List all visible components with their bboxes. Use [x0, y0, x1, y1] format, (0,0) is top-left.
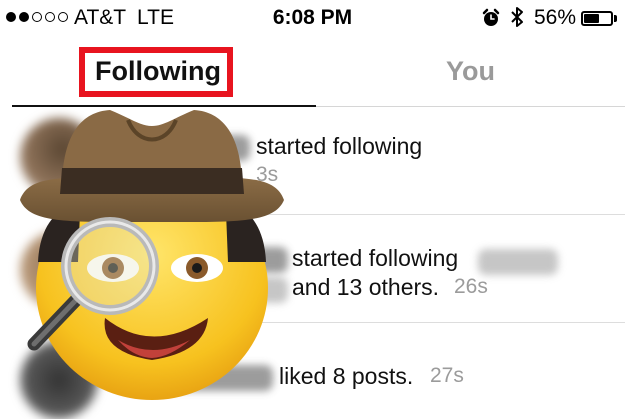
list-item[interactable]: started following 3s	[0, 108, 625, 215]
alarm-icon	[482, 8, 500, 26]
activity-feed: started following 3s started following a…	[0, 108, 625, 419]
activity-text: started following	[292, 245, 459, 271]
battery-percentage: 56%	[534, 6, 577, 29]
battery-level-fill	[584, 14, 599, 23]
activity-text: started following	[256, 133, 423, 159]
tab-you[interactable]: You	[316, 36, 625, 106]
tab-following-label: Following	[95, 55, 221, 86]
avatar[interactable]	[20, 341, 98, 419]
tab-following[interactable]: Following	[0, 36, 316, 106]
list-item[interactable]: started following and 13 others. 26s	[0, 215, 625, 323]
status-time: 6:08 PM	[272, 6, 353, 29]
tabs-divider	[316, 106, 625, 107]
battery-tip	[614, 15, 617, 22]
activity-extra-text: and 13 others.	[292, 274, 440, 300]
blurred-username[interactable]	[118, 277, 288, 303]
activity-tabs: Following You	[0, 36, 625, 108]
activity-timestamp: 27s	[430, 364, 464, 387]
blurred-username[interactable]	[118, 135, 250, 161]
activity-timestamp: 26s	[454, 275, 488, 298]
battery-icon	[581, 11, 613, 26]
avatar[interactable]	[20, 231, 98, 309]
blurred-username[interactable]	[118, 247, 288, 273]
tab-you-label: You	[446, 55, 495, 86]
list-item[interactable]: liked 8 posts. 27s	[0, 323, 625, 419]
blurred-post-names[interactable]	[478, 249, 558, 275]
avatar[interactable]	[20, 118, 98, 196]
bluetooth-icon	[511, 7, 523, 27]
active-tab-indicator	[12, 105, 316, 107]
status-bar: AT&T LTE 6:08 PM 56%	[0, 0, 625, 36]
activity-timestamp: 3s	[256, 163, 279, 186]
activity-text: liked 8 posts.	[279, 363, 414, 389]
blurred-username[interactable]	[118, 365, 273, 391]
